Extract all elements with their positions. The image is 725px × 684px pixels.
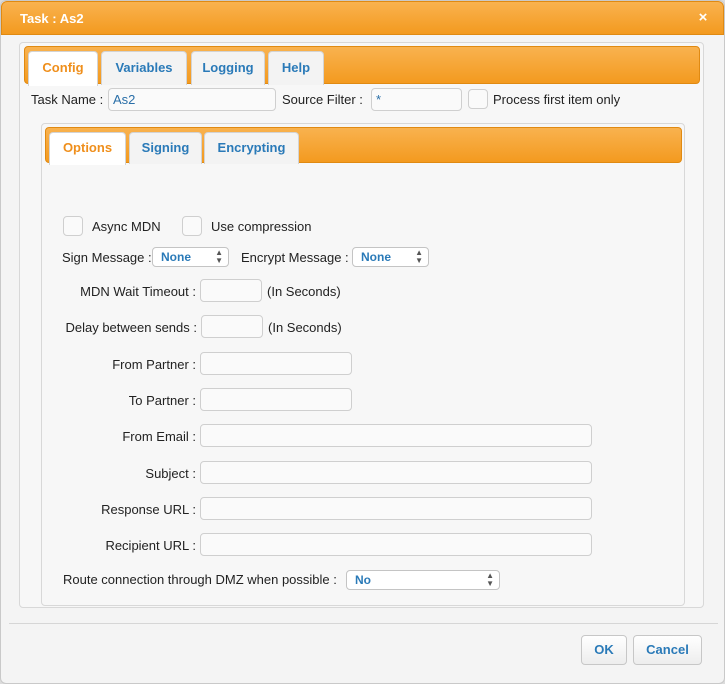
route-dmz-value: No bbox=[355, 573, 371, 587]
source-filter-label: Source Filter : bbox=[282, 92, 363, 107]
use-compression-label: Use compression bbox=[211, 219, 312, 234]
sign-message-label: Sign Message : bbox=[62, 250, 152, 265]
from-partner-label: From Partner : bbox=[112, 357, 196, 372]
options-panel: Options Signing Encrypting Async MDN Use… bbox=[41, 123, 685, 606]
mdn-wait-timeout-label: MDN Wait Timeout : bbox=[80, 284, 196, 299]
ok-button[interactable]: OK bbox=[581, 635, 627, 665]
sign-message-value: None bbox=[161, 250, 191, 264]
subject-label: Subject : bbox=[145, 466, 196, 481]
subject-input[interactable] bbox=[200, 461, 592, 484]
mdn-wait-timeout-input[interactable] bbox=[200, 279, 262, 302]
tab-encrypting[interactable]: Encrypting bbox=[204, 132, 299, 164]
recipient-url-input[interactable] bbox=[200, 533, 592, 556]
to-partner-label: To Partner : bbox=[128, 393, 196, 408]
from-partner-input[interactable] bbox=[200, 352, 352, 375]
cancel-button[interactable]: Cancel bbox=[633, 635, 702, 665]
process-first-checkbox[interactable] bbox=[468, 89, 488, 109]
outer-tab-bar: Config Variables Logging Help bbox=[24, 46, 700, 86]
task-name-label: Task Name : bbox=[31, 92, 104, 107]
source-filter-input[interactable]: * bbox=[371, 88, 462, 111]
tab-signing[interactable]: Signing bbox=[129, 132, 202, 164]
delay-between-sends-input[interactable] bbox=[201, 315, 263, 338]
to-partner-input[interactable] bbox=[200, 388, 352, 411]
delay-between-sends-label: Delay between sends : bbox=[65, 320, 197, 335]
from-email-label: From Email : bbox=[122, 429, 196, 444]
up-down-arrows-icon: ▲ ▼ bbox=[215, 248, 223, 265]
delay-unit: (In Seconds) bbox=[268, 320, 342, 335]
inner-tab-bar: Options Signing Encrypting bbox=[45, 127, 682, 165]
up-down-arrows-icon: ▲ ▼ bbox=[415, 248, 423, 265]
close-icon[interactable]: × bbox=[695, 10, 711, 26]
recipient-url-label: Recipient URL : bbox=[105, 538, 196, 553]
route-dmz-select[interactable]: No ▲ ▼ bbox=[346, 570, 500, 590]
async-mdn-checkbox[interactable] bbox=[63, 216, 83, 236]
response-url-label: Response URL : bbox=[101, 502, 196, 517]
async-mdn-label: Async MDN bbox=[92, 219, 161, 234]
dialog-title: Task : As2 bbox=[20, 11, 84, 26]
use-compression-checkbox[interactable] bbox=[182, 216, 202, 236]
mdn-wait-unit: (In Seconds) bbox=[267, 284, 341, 299]
route-dmz-label: Route connection through DMZ when possib… bbox=[63, 572, 337, 587]
footer-divider bbox=[9, 623, 718, 624]
response-url-input[interactable] bbox=[200, 497, 592, 520]
tab-variables[interactable]: Variables bbox=[101, 51, 187, 85]
encrypt-message-select[interactable]: None ▲ ▼ bbox=[352, 247, 429, 267]
tab-logging[interactable]: Logging bbox=[191, 51, 265, 85]
tab-options[interactable]: Options bbox=[49, 132, 126, 165]
encrypt-message-value: None bbox=[361, 250, 391, 264]
task-name-input[interactable]: As2 bbox=[108, 88, 276, 111]
from-email-input[interactable] bbox=[200, 424, 592, 447]
config-panel: Config Variables Logging Help Task Name … bbox=[19, 42, 704, 608]
encrypt-message-label: Encrypt Message : bbox=[241, 250, 349, 265]
task-dialog: Task : As2 × Config Variables Logging He… bbox=[0, 0, 725, 684]
up-down-arrows-icon: ▲ ▼ bbox=[486, 571, 494, 588]
tab-help[interactable]: Help bbox=[268, 51, 324, 85]
process-first-label: Process first item only bbox=[493, 92, 621, 107]
dialog-titlebar[interactable]: Task : As2 × bbox=[1, 1, 724, 35]
tab-config[interactable]: Config bbox=[28, 51, 98, 86]
sign-message-select[interactable]: None ▲ ▼ bbox=[152, 247, 229, 267]
